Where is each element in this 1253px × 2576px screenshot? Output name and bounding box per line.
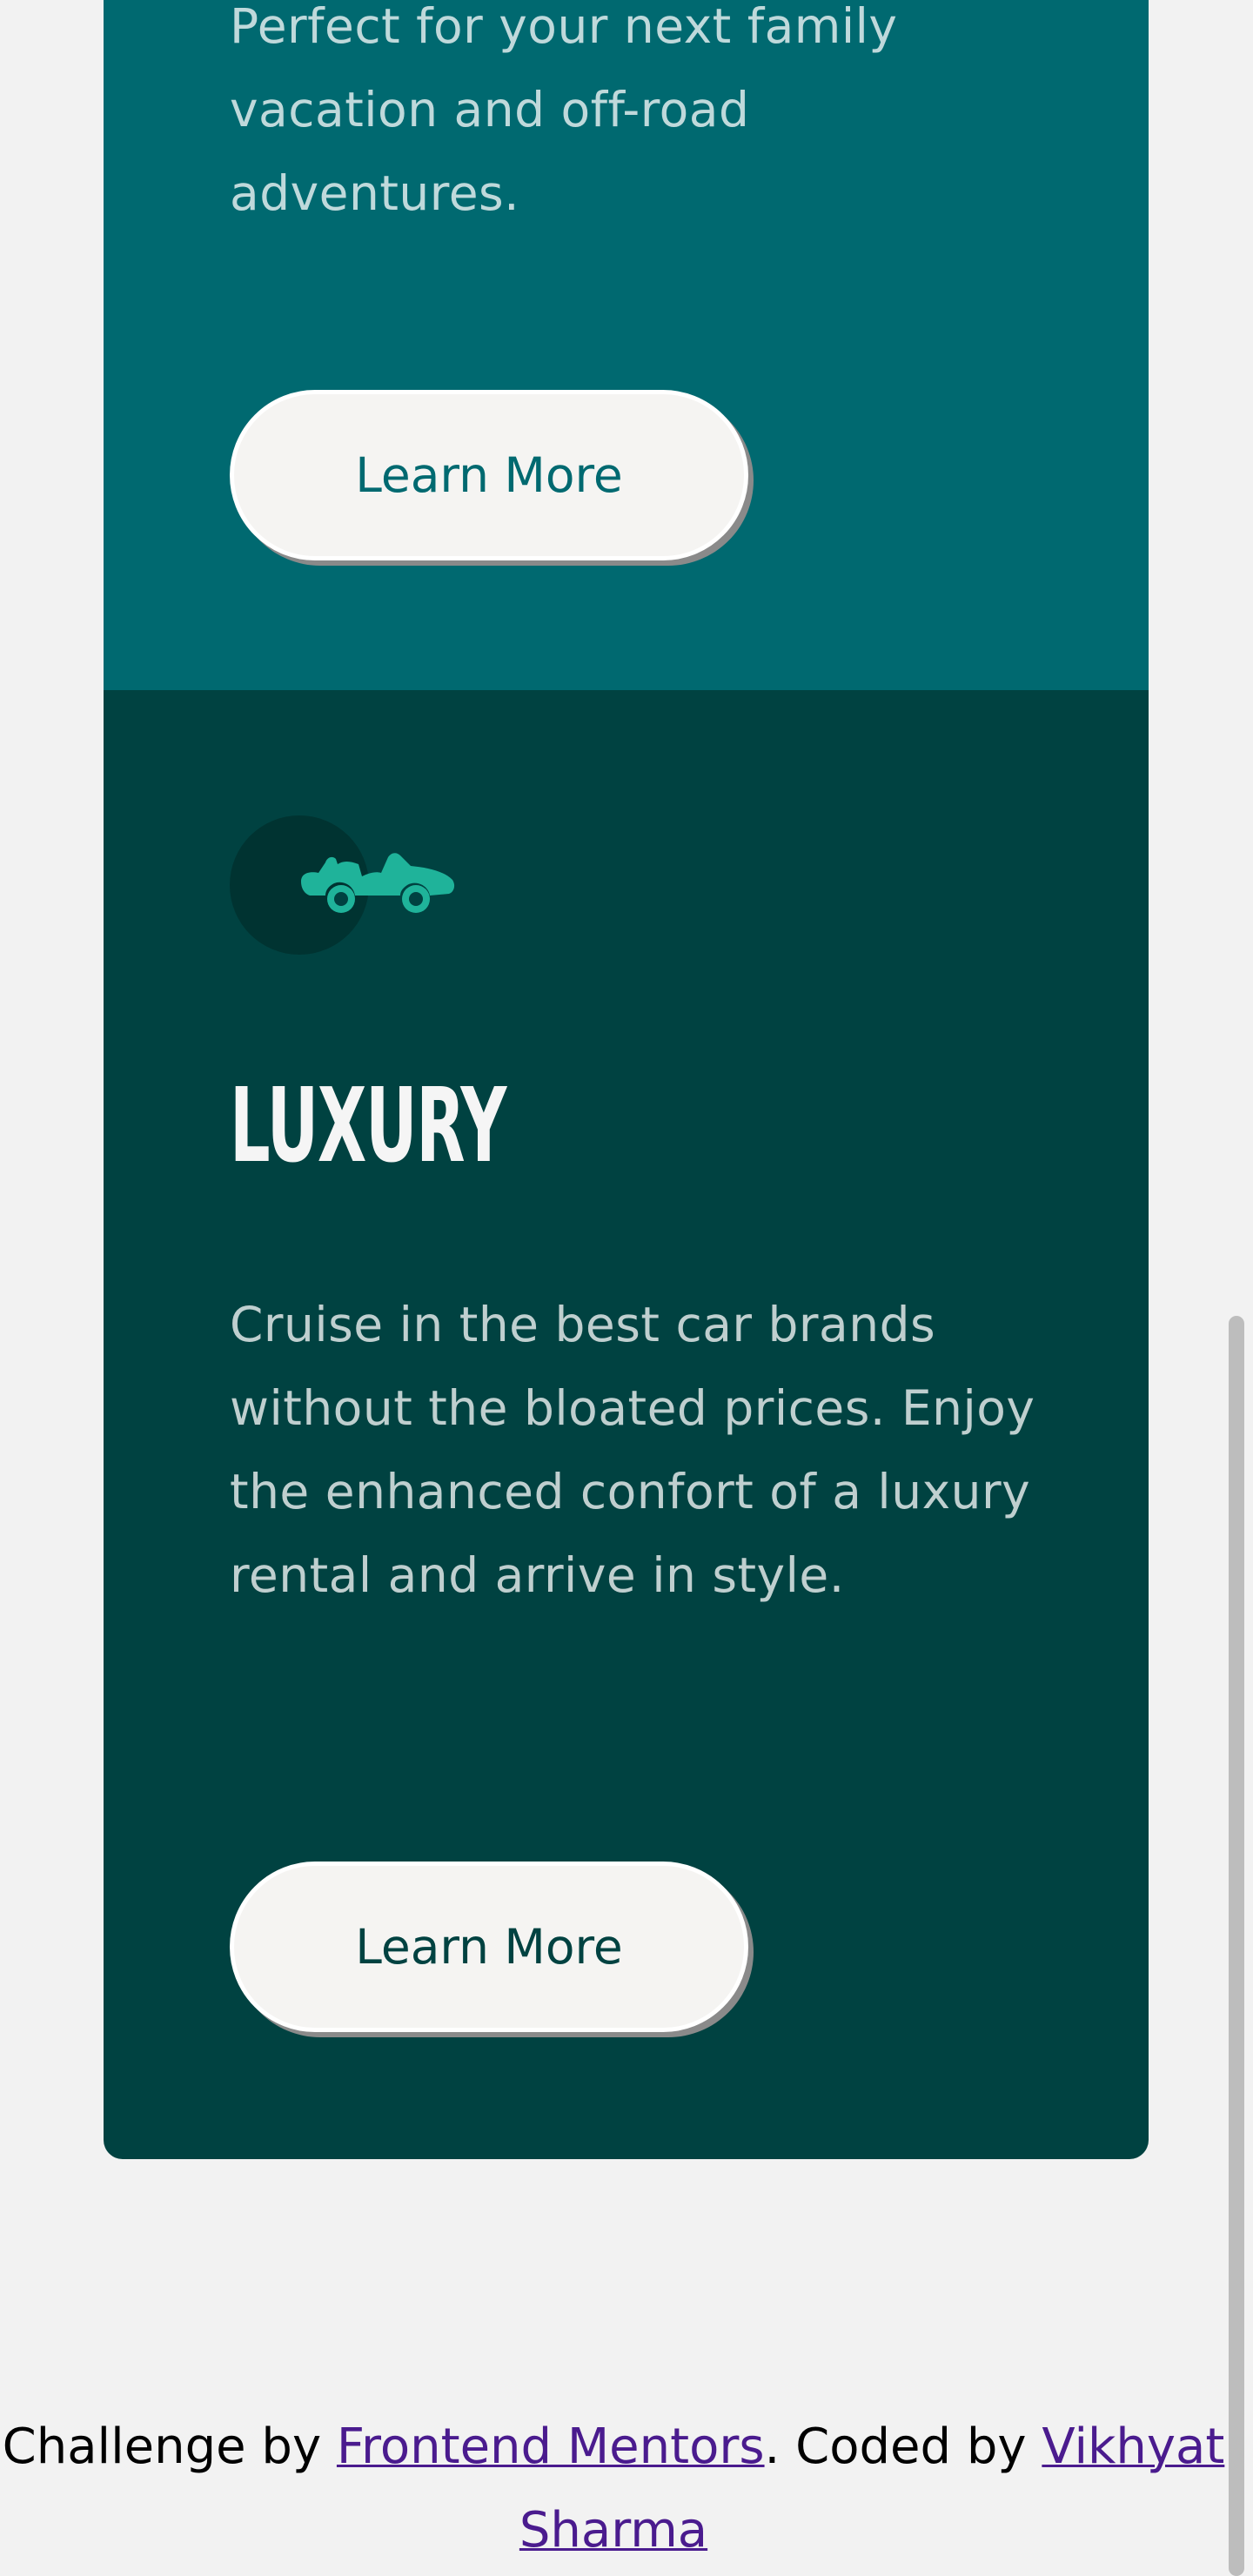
scrollbar-thumb[interactable] <box>1229 1316 1244 2576</box>
suv-card: Perfect for your next family vacation an… <box>104 0 1149 690</box>
suv-description: Perfect for your next family vacation an… <box>230 0 898 221</box>
luxury-card: LUXURY Cruise in the best car brands wit… <box>104 690 1149 2159</box>
attribution-footer: Challenge by Frontend Mentors. Coded by … <box>0 2405 1227 2573</box>
luxury-learn-more-button[interactable]: Learn More <box>230 1862 748 2032</box>
suv-learn-more-button[interactable]: Learn More <box>230 390 748 560</box>
luxury-icon-wrap <box>230 815 456 955</box>
footer-middle: . Coded by <box>764 2418 1027 2475</box>
frontend-mentors-link[interactable]: Frontend Mentors <box>337 2418 765 2475</box>
page: Perfect for your next family vacation an… <box>0 0 1253 2576</box>
luxury-description: Cruise in the best car brands without th… <box>230 1297 1035 1603</box>
footer-prefix: Challenge by <box>2 2418 322 2475</box>
luxury-car-icon <box>301 853 455 913</box>
luxury-title: LUXURY <box>230 1065 506 1185</box>
